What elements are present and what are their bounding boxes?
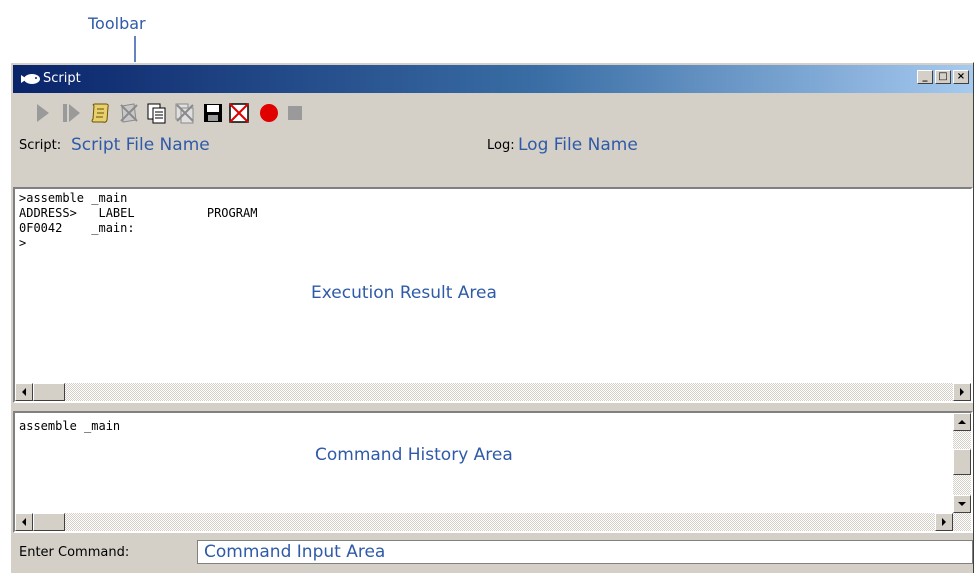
arrow-left-icon — [22, 518, 26, 526]
command-history-line: assemble _main — [19, 419, 121, 433]
command-history-text: assemble _main — [19, 419, 120, 434]
open-script-icon — [91, 103, 109, 123]
history-scroll-thumb[interactable] — [33, 513, 65, 531]
close-script-button[interactable] — [117, 101, 141, 125]
execution-result-line: >assemble _main — [19, 191, 128, 205]
record-button[interactable] — [257, 101, 281, 125]
history-scroll-right-button[interactable] — [935, 513, 953, 531]
execution-result-pane[interactable]: >assemble _main ADDRESS> LABEL PROGRAM 0F0… — [13, 187, 973, 403]
scroll-thumb[interactable] — [33, 383, 65, 401]
run-icon — [37, 104, 49, 122]
stop-button[interactable] — [283, 101, 307, 125]
toolbar — [13, 97, 973, 131]
script-window: Script _ □ × Script: Script File Name Lo… — [10, 62, 974, 573]
save-button[interactable] — [201, 101, 225, 125]
history-scroll-left-button[interactable] — [15, 513, 33, 531]
run-button[interactable] — [31, 101, 55, 125]
log-label: Log: — [487, 138, 515, 153]
execution-result-line: > — [19, 236, 27, 250]
close-script-icon — [120, 103, 138, 123]
script-window-icon — [21, 74, 40, 84]
scroll-down-button[interactable] — [953, 495, 971, 513]
command-history-pane[interactable]: assemble _main Command History Area — [13, 411, 973, 533]
history-vertical-scrollbar[interactable] — [953, 413, 971, 513]
arrow-left-icon — [22, 388, 26, 396]
view-log-button[interactable] — [145, 101, 169, 125]
vertical-scroll-thumb[interactable] — [953, 449, 971, 475]
execution-result-line: 0F0042 _main: — [19, 221, 135, 235]
minimize-button[interactable]: _ — [917, 70, 933, 84]
clear-log-icon — [175, 103, 194, 124]
arrow-right-icon — [960, 388, 964, 396]
command-history-area-label: Command History Area — [315, 445, 513, 465]
file-info-bar: Script: Script File Name Log: Log File N… — [13, 133, 973, 159]
execution-result-text: >assemble _main ADDRESS> LABEL PROGRAM 0F0… — [19, 191, 257, 251]
title-bar[interactable]: Script _ □ × — [13, 65, 973, 93]
enter-command-label: Enter Command: — [19, 545, 130, 560]
open-script-button[interactable] — [89, 101, 113, 125]
execution-horizontal-scrollbar[interactable] — [15, 383, 971, 401]
save-icon — [204, 104, 222, 122]
script-label: Script: — [19, 138, 62, 153]
step-run-icon — [63, 104, 80, 122]
arrow-down-icon — [958, 502, 966, 506]
window-title: Script — [43, 71, 81, 86]
execution-result-line: ADDRESS> LABEL PROGRAM — [19, 206, 258, 220]
scroll-right-button[interactable] — [953, 383, 971, 401]
record-icon — [260, 104, 278, 122]
command-row: Enter Command: Command Input Area — [13, 538, 973, 566]
scroll-up-button[interactable] — [953, 413, 971, 431]
clear-button[interactable] — [227, 101, 251, 125]
arrow-up-icon — [958, 420, 966, 424]
maximize-button[interactable]: □ — [935, 70, 951, 84]
log-file-name: Log File Name — [518, 135, 638, 155]
command-input[interactable]: Command Input Area — [197, 540, 973, 564]
view-log-icon — [147, 103, 166, 124]
arrow-right-icon — [942, 518, 946, 526]
step-run-button[interactable] — [59, 101, 83, 125]
script-file-name: Script File Name — [71, 135, 210, 155]
close-button[interactable]: × — [953, 70, 969, 84]
clear-log-button[interactable] — [173, 101, 197, 125]
toolbar-callout-label: Toolbar — [88, 14, 146, 33]
stop-icon — [288, 106, 302, 120]
execution-result-area-label: Execution Result Area — [311, 283, 497, 303]
clear-icon — [229, 103, 249, 123]
scroll-left-button[interactable] — [15, 383, 33, 401]
history-horizontal-scrollbar[interactable] — [15, 513, 971, 531]
